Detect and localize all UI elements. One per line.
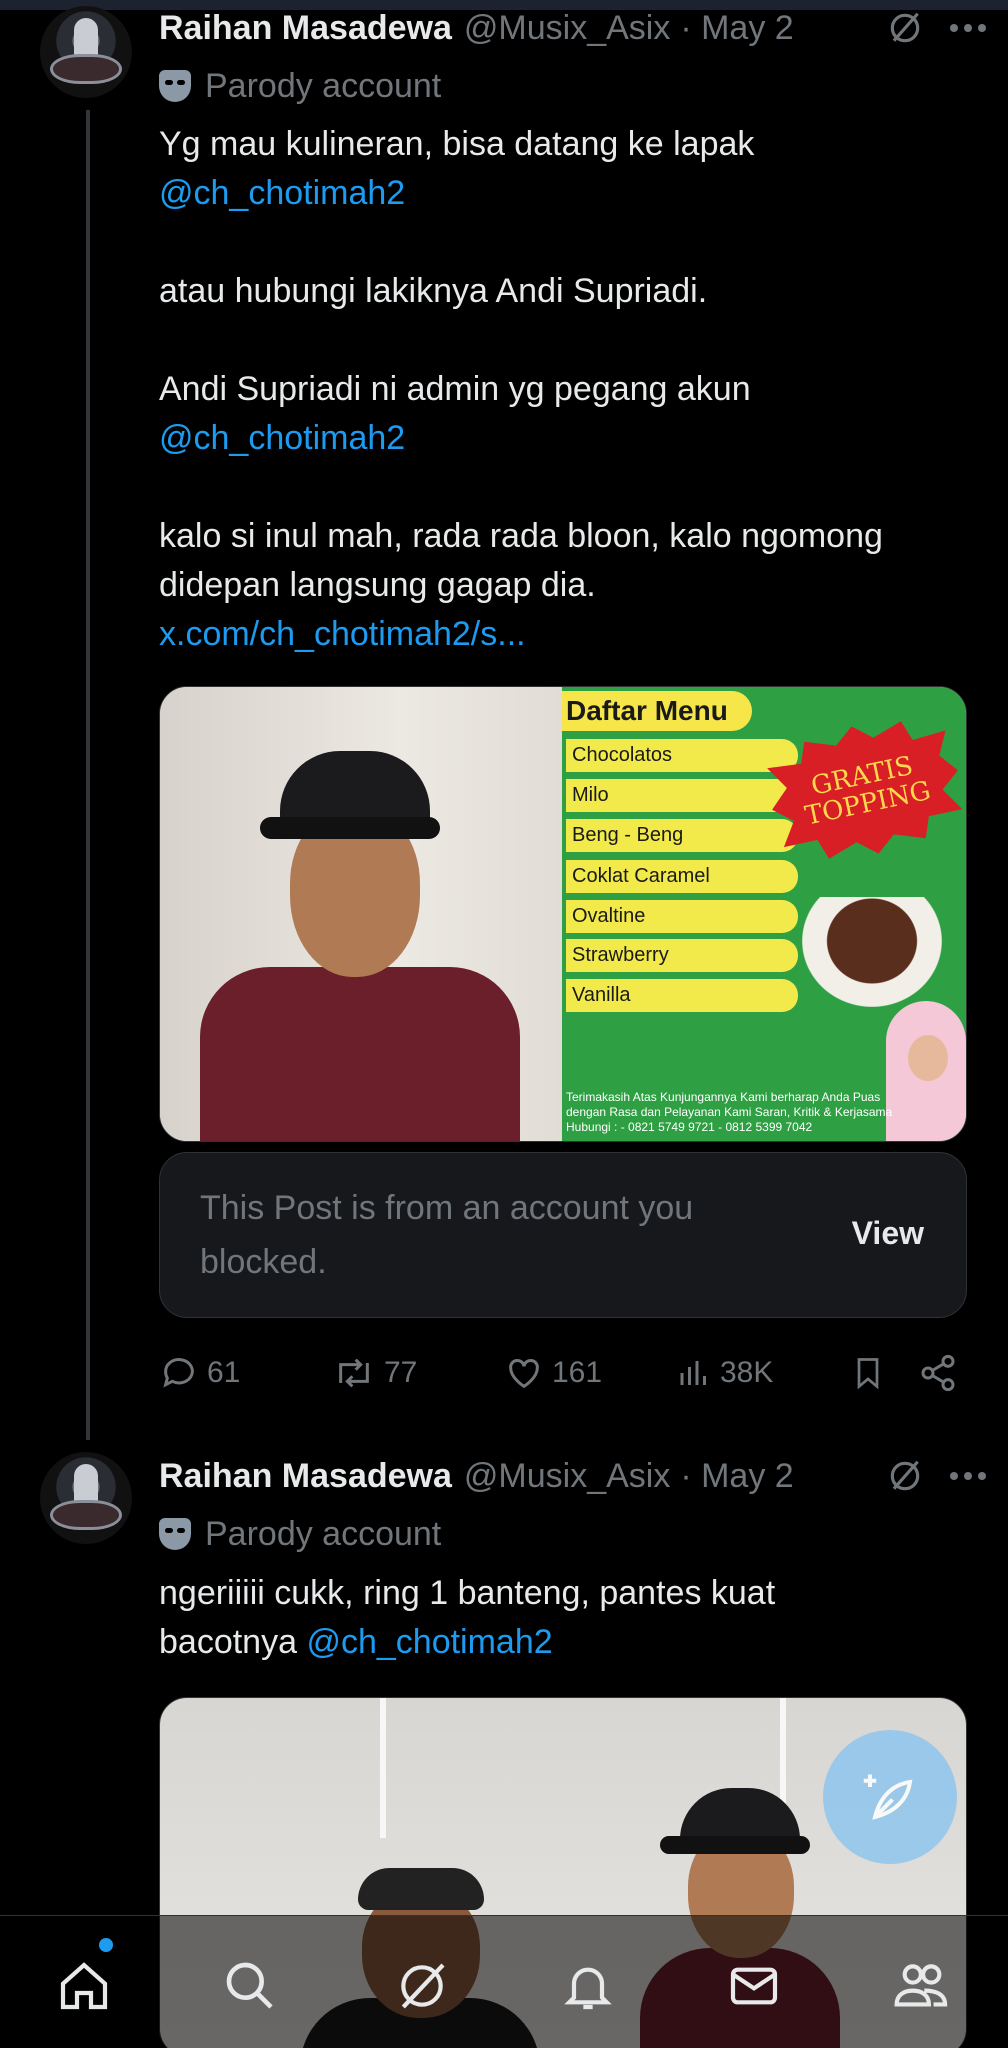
menu-card: Daftar Menu Chocolatos Milo Beng - Beng … — [562, 687, 966, 1141]
more-icon[interactable] — [948, 1470, 988, 1482]
text-line: didepan langsung gagap dia. — [159, 566, 596, 604]
menu-item: Vanilla — [566, 979, 798, 1012]
mention-link[interactable]: @ch_chotimah2 — [159, 169, 959, 218]
compose-feather-icon — [863, 1774, 913, 1820]
share-icon — [921, 1354, 955, 1392]
menu-item: Beng - Beng — [566, 819, 798, 852]
parody-mask-icon — [159, 70, 191, 102]
menu-item: Strawberry — [566, 939, 798, 972]
post-text: Yg mau kulineran, bisa datang ke lapak @… — [159, 120, 959, 659]
author-handle[interactable]: @Musix_Asix — [464, 9, 670, 48]
post-text: ngeriiiii cukk, ring 1 banteng, pantes k… — [159, 1569, 959, 1667]
view-count: 38K — [720, 1356, 774, 1389]
messages-icon[interactable] — [724, 1956, 784, 2016]
menu-item: Ovaltine — [566, 900, 798, 933]
thread-line — [86, 110, 90, 1440]
menu-title: Daftar Menu — [562, 691, 752, 731]
like-button[interactable]: 161 — [504, 1353, 676, 1393]
blocked-quote: This Post is from an account you blocked… — [159, 1152, 967, 1318]
views-icon — [680, 1361, 706, 1385]
share-button[interactable] — [918, 1353, 958, 1393]
text-line: ngeriiiii cukk, ring 1 banteng, pantes k… — [159, 1574, 776, 1612]
post-header: Raihan Masadewa @Musix_Asix · May 2 — [159, 6, 988, 50]
text-line: bacotnya — [159, 1623, 297, 1661]
menu-item: Chocolatos — [566, 739, 798, 772]
author-name[interactable]: Raihan Masadewa — [159, 9, 452, 48]
search-icon[interactable] — [220, 1956, 280, 2016]
mention-link[interactable]: @ch_chotimah2 — [306, 1623, 552, 1661]
menu-note: Terimakasih Atas Kunjungannya Kami berha… — [566, 1090, 893, 1134]
like-count: 161 — [552, 1356, 603, 1389]
repost-button[interactable]: 77 — [332, 1353, 504, 1393]
reply-icon — [163, 1358, 194, 1388]
dessert-image — [802, 897, 942, 1007]
post-actions: 61 77 161 38K — [159, 1348, 967, 1398]
heart-icon — [509, 1359, 539, 1389]
views-button[interactable]: 38K — [676, 1353, 850, 1393]
avatar[interactable] — [40, 1452, 132, 1544]
text-line: atau hubungi lakiknya Andi Supriadi. — [159, 272, 708, 310]
home-notification-dot — [99, 1938, 113, 1952]
communities-icon[interactable] — [892, 1956, 952, 2016]
view-button[interactable]: View — [852, 1215, 924, 1252]
compose-button[interactable] — [823, 1730, 957, 1864]
repost-count: 77 — [384, 1356, 418, 1389]
notifications-icon[interactable] — [558, 1956, 618, 2016]
text-line: Andi Supriadi ni admin yg pegang akun — [159, 370, 751, 408]
reply-button[interactable]: 61 — [159, 1353, 332, 1393]
post-image[interactable]: Daftar Menu Chocolatos Milo Beng - Beng … — [159, 686, 967, 1142]
home-icon[interactable] — [54, 1956, 114, 2016]
parody-text: Parody account — [205, 66, 442, 105]
portrait-photo — [160, 687, 562, 1141]
grok-icon[interactable] — [886, 9, 924, 47]
post-header: Raihan Masadewa @Musix_Asix · May 2 — [159, 1454, 988, 1498]
menu-item: Coklat Caramel — [566, 860, 798, 893]
author-handle[interactable]: @Musix_Asix — [464, 1457, 670, 1496]
grok-icon[interactable] — [392, 1956, 452, 2016]
url-link[interactable]: x.com/ch_chotimah2/s... — [159, 610, 959, 659]
repost-icon — [339, 1358, 369, 1388]
post-date[interactable]: · May 2 — [680, 1457, 793, 1496]
woman-photo — [886, 1001, 966, 1141]
grok-icon[interactable] — [886, 1457, 924, 1495]
avatar[interactable] — [40, 6, 132, 98]
parody-label: Parody account — [159, 1512, 441, 1556]
author-name[interactable]: Raihan Masadewa — [159, 1457, 452, 1496]
parody-label: Parody account — [159, 64, 441, 108]
text-line: Yg mau kulineran, bisa datang ke lapak — [159, 125, 755, 163]
bottom-nav — [0, 1915, 1008, 2048]
reply-count: 61 — [207, 1356, 241, 1389]
menu-item: Milo — [566, 779, 798, 812]
bookmark-button[interactable] — [850, 1353, 918, 1393]
text-line: kalo si inul mah, rada rada bloon, kalo … — [159, 517, 883, 555]
parody-text: Parody account — [205, 1514, 442, 1553]
bookmark-icon — [857, 1358, 879, 1390]
post-date[interactable]: · May 2 — [680, 9, 793, 48]
parody-mask-icon — [159, 1518, 191, 1550]
blocked-message: This Post is from an account you blocked… — [200, 1189, 694, 1281]
mention-link[interactable]: @ch_chotimah2 — [159, 414, 959, 463]
more-icon[interactable] — [948, 22, 988, 34]
